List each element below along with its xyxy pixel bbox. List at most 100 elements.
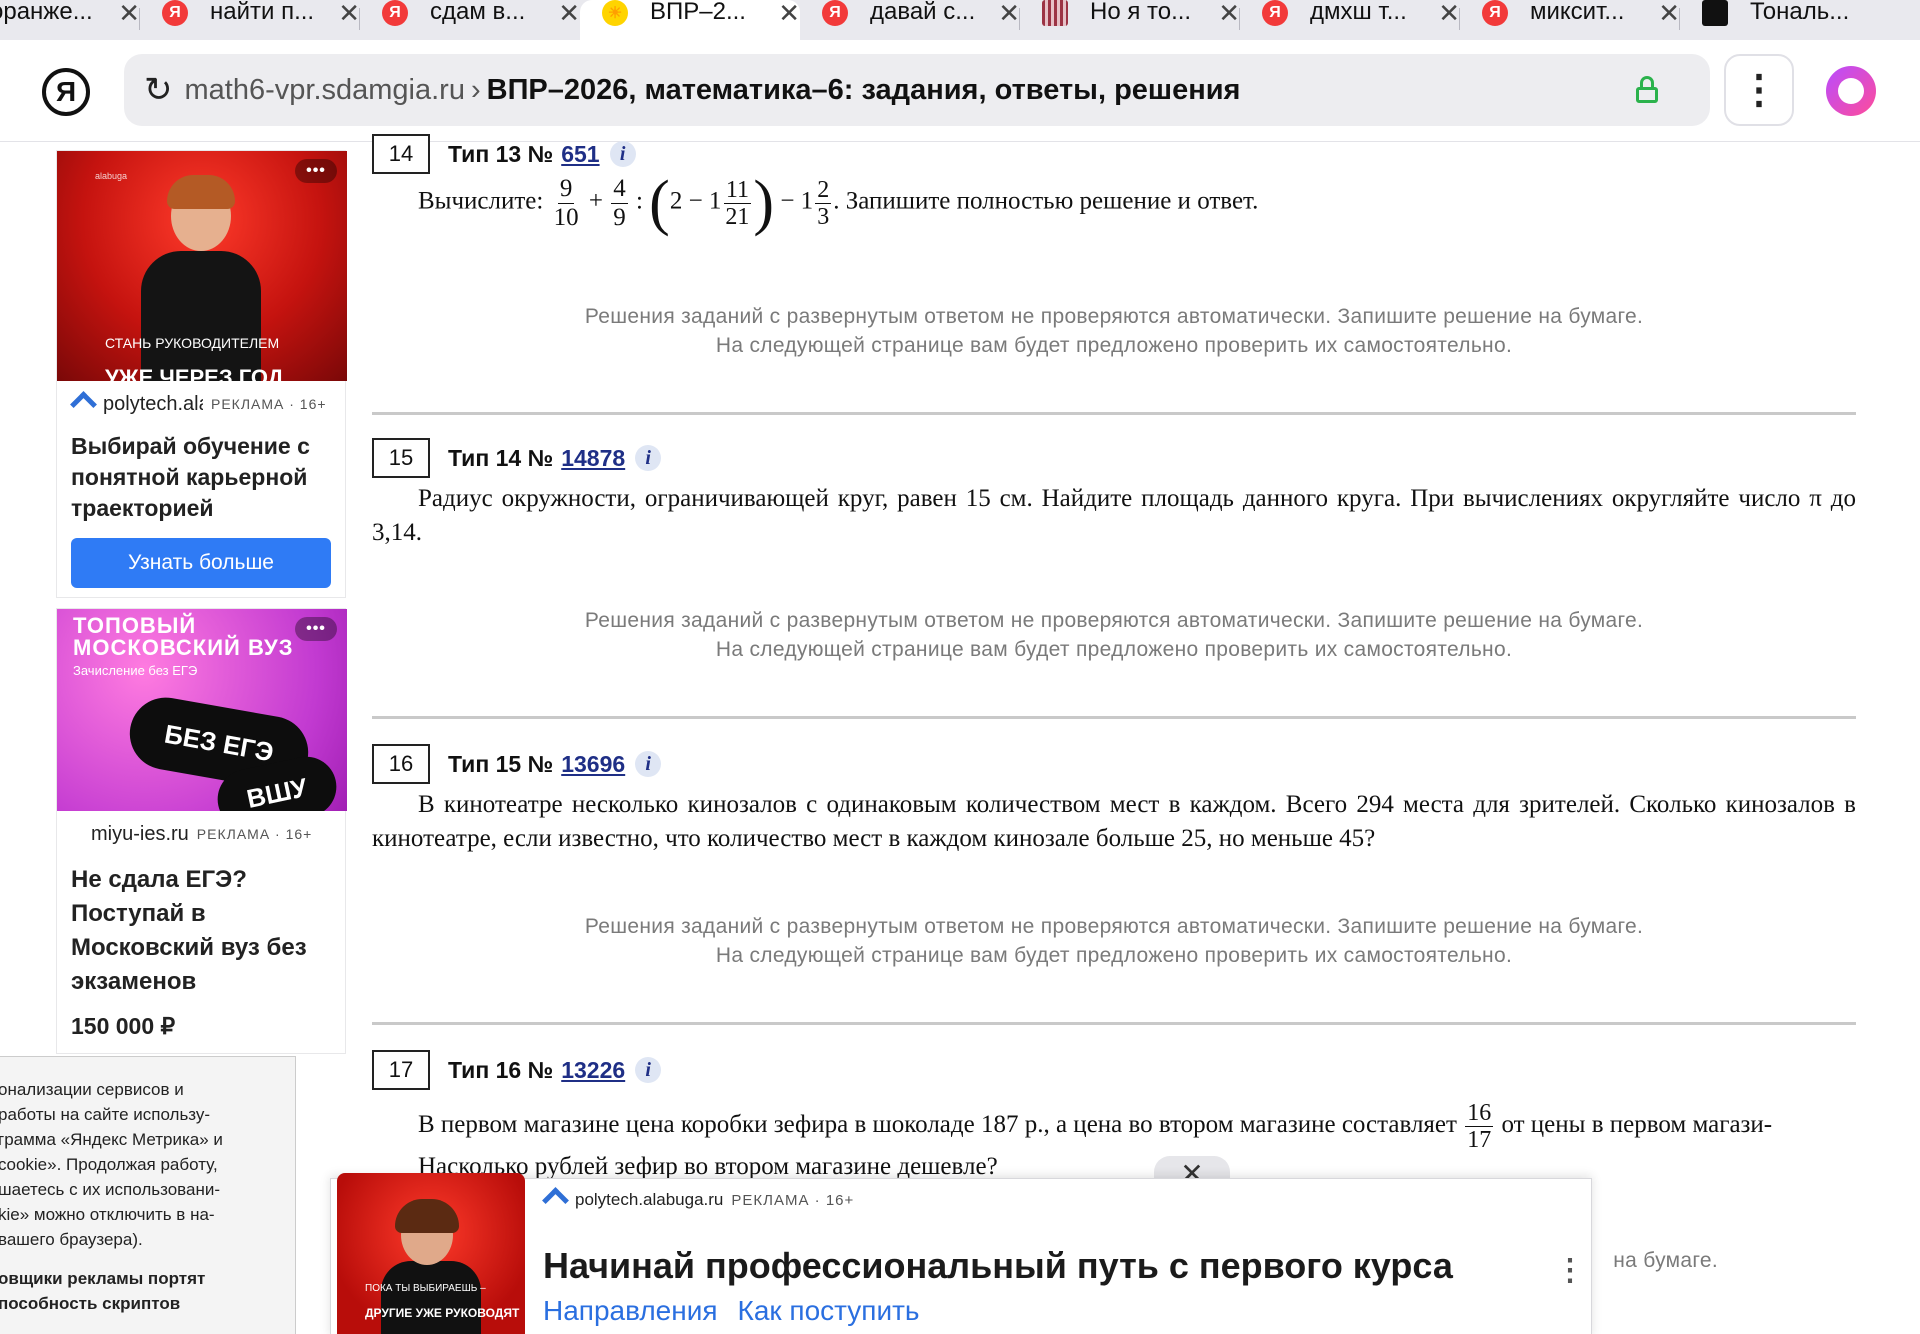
info-icon[interactable]: i [635,445,662,471]
alice-assistant-icon[interactable] [1826,66,1876,116]
banner-title[interactable]: Начинай профессиональный путь с первого … [543,1245,1453,1287]
task-text-a: В первом магазине цена коробки зефира в … [418,1111,1457,1138]
auto-check-note: Решения заданий с развернутым ответом не… [372,302,1856,360]
info-icon[interactable]: i [609,141,636,167]
url-separator: › [470,73,481,106]
auto-check-note: Решения заданий с развернутым ответом не… [372,606,1856,664]
ad-label: РЕКЛАМА · 16+ [196,826,313,842]
address-bar[interactable]: ↻ math6-vpr.sdamgia.ru › ВПР–2026, матем… [124,54,1710,126]
ad-price: 150 000 ₽ [71,1013,176,1039]
banner-ad-label: РЕКЛАМА · 16+ [731,1191,855,1209]
fraction: 49 [611,174,628,231]
banner-link-admission[interactable]: Как поступить [738,1295,920,1327]
ad-image-subline: Зачисление без ЕГЭ [73,663,198,678]
task-text: В кинотеатре несколько кинозалов с одина… [372,791,1856,852]
polytech-logo-icon [543,1189,569,1211]
task-id-link[interactable]: 13696 [561,751,625,778]
url-page-title: ВПР–2026, математика–6: задания, ответы,… [486,73,1241,106]
task-type: Тип 13 № [448,140,554,167]
yandex-favicon-icon: Я [382,0,408,26]
ad-title[interactable]: Выбирай обучение с понятной карьерной тр… [71,431,341,524]
sidebar-ad-polytech[interactable]: alabuga СТАНЬ РУКОВОДИТЕЛЕМ УЖЕ ЧЕРЕЗ ГО… [56,150,347,598]
tab-8[interactable]: Я миксит... ✕ [1460,0,1680,40]
task-text-b: от цены в первом магази- [1501,1111,1773,1138]
tab-title: найти п... [210,0,315,25]
divider [372,412,1856,415]
banner-link-directions[interactable]: Направления [543,1295,718,1327]
task-id-link[interactable]: 13226 [561,1057,625,1084]
url-host: math6-vpr.sdamgia.ru [184,73,465,106]
ad-options-icon[interactable]: ••• [295,617,337,641]
tab-close-icon[interactable]: ✕ [118,0,140,29]
task-number: 16 [372,744,430,784]
tab-title: миксит... [1530,0,1625,25]
lock-icon[interactable] [1636,76,1658,104]
ad-label: РЕКЛАМА · 16+ [211,396,327,412]
reload-icon[interactable]: ↻ [144,70,173,110]
ad-image-caption-2: УЖЕ ЧЕРЕЗ ГОД [105,365,284,381]
tab-close-icon[interactable]: ✕ [558,0,580,29]
task-number: 15 [372,438,430,478]
tab-close-icon[interactable]: ✕ [998,0,1020,29]
info-icon[interactable]: i [635,751,662,777]
ad-options-icon[interactable]: ••• [295,159,337,183]
tab-title: ВПР–2... [650,0,746,25]
cookie-notice: онализации сервисов и работы на сайте ис… [0,1056,296,1334]
banner-more-icon[interactable]: ⋮ [1555,1253,1585,1288]
task-text: Вычислите: 9 10 + 49 : (2 − 1 11 21) − 123.… [418,169,1259,237]
tab-title: оранже... [0,0,93,25]
task-tail: . Запишите полностью решение и ответ. [833,187,1259,215]
task-number: 17 [372,1050,430,1090]
ad-title[interactable]: Не сдала ЕГЭ? Поступай в Московский вуз … [71,863,341,999]
person-illustration [141,175,261,381]
yandex-logo-icon[interactable]: Я [42,68,90,116]
tab-7[interactable]: Я дмхш т... ✕ [1240,0,1460,40]
banner-image: ПОКА ТЫ ВЫБИРАЕШЬ – ДРУГИЕ УЖЕ РУКОВОДЯТ [337,1173,525,1334]
tab-close-icon[interactable]: ✕ [338,0,360,29]
task-id-link[interactable]: 651 [561,141,599,168]
tab-close-icon[interactable]: ✕ [1438,0,1460,29]
tab-close-icon[interactable]: ✕ [778,0,800,29]
browser-toolbar: Я ↻ math6-vpr.sdamgia.ru › ВПР–2026, мат… [0,40,1920,142]
tab-6[interactable]: Но я то... ✕ [1020,0,1240,40]
task-text: В первом магазине цена коробки зефира в … [372,1096,1856,1154]
yandex-favicon-icon: Я [162,0,188,26]
tab-strip: Я оранже... ✕ Я найти п... ✕ Я сдам в...… [0,0,1920,40]
tab-9[interactable]: Тональ... [1680,0,1900,40]
divider [372,1022,1856,1025]
fraction: 23 [815,176,832,230]
task-text: Радиус окружности, ограничивающей круг, … [372,485,1856,546]
note-line-2: На следующей странице вам будет предложе… [715,638,1513,661]
note-line-2: На следующей странице вам будет предложе… [715,334,1513,357]
task-type: Тип 15 № [448,750,554,777]
note-line-1: Решения заданий с развернутым ответом не… [584,915,1644,938]
tab-title: Но я то... [1090,0,1192,25]
banner-source: polytech.alabuga.ru [575,1190,724,1209]
polytech-logo-icon [71,393,97,415]
ad-image-caption: СТАНЬ РУКОВОДИТЕЛЕМ [105,335,280,351]
banner-image-caption: ПОКА ТЫ ВЫБИРАЕШЬ – [365,1283,486,1294]
yandex-favicon-icon: Я [1262,0,1288,26]
bottom-ad-banner[interactable]: ПОКА ТЫ ВЫБИРАЕШЬ – ДРУГИЕ УЖЕ РУКОВОДЯТ… [330,1173,1592,1334]
fraction: 16 17 [1465,1099,1494,1153]
note-line-1: Решения заданий с развернутым ответом не… [584,609,1644,632]
yandex-favicon-icon: Я [1482,0,1508,26]
tab-3[interactable]: Я сдам в... ✕ [360,0,580,40]
tab-4-active[interactable]: ☀ ВПР–2... ✕ [580,0,800,40]
tab-5[interactable]: Я давай с... ✕ [800,0,1020,40]
tab-close-icon[interactable]: ✕ [1658,0,1680,29]
tab-title: Тональ... [1750,0,1850,25]
learn-more-button[interactable]: Узнать больше [71,538,331,588]
tab-close-icon[interactable]: ✕ [1218,0,1240,29]
more-menu-icon[interactable]: ⋮ [1724,54,1794,126]
sun-favicon-icon: ☀ [602,0,628,26]
sidebar-ad-miyu[interactable]: ТОПОВЫЙ МОСКОВСКИЙ ВУЗ Зачисление без ЕГ… [56,608,347,1054]
tab-1[interactable]: Я оранже... ✕ [0,0,140,40]
ad-logo-icon: alabuga [95,171,128,181]
note-line-2: На следующей странице вам будет предложе… [715,944,1513,967]
task-id-link[interactable]: 14878 [561,445,625,472]
ad-source: miyu-ies.ru [91,822,189,845]
tab-title: дмхш т... [1310,0,1407,25]
tab-2[interactable]: Я найти п... ✕ [140,0,360,40]
info-icon[interactable]: i [635,1057,662,1083]
